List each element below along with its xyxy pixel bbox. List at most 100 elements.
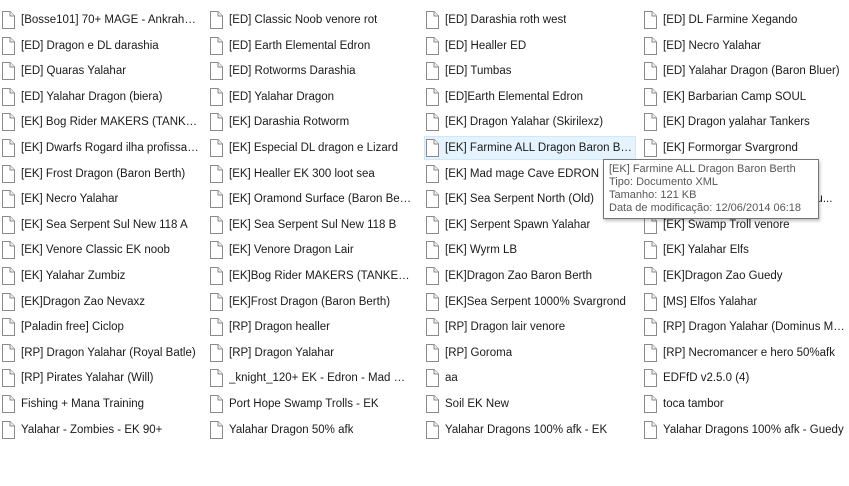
file-item[interactable]: [EK] Barbarian Camp SOUL — [642, 85, 849, 109]
file-item[interactable]: [RP] Dragon healler — [208, 315, 414, 339]
file-name: [EK]Dragon Zao Guedy — [663, 270, 783, 282]
file-item[interactable]: [EK] Dragon yalahar Tankers — [642, 110, 849, 134]
file-item[interactable]: [EK] Healler EK 300 loot sea — [208, 162, 414, 186]
document-icon — [209, 37, 223, 55]
file-item[interactable]: [ED] Necro Yalahar — [642, 34, 849, 58]
file-item[interactable]: [ED] DL Farmine Xegando — [642, 8, 849, 32]
file-item[interactable]: [EK] Wyrm LB — [424, 238, 636, 262]
file-item[interactable]: [RP] Dragon Yalahar (Dominus Max... — [642, 315, 849, 339]
document-icon — [425, 190, 439, 208]
file-item[interactable]: [MS] Elfos Yalahar — [642, 290, 849, 314]
file-item[interactable]: [EK]Dragon Zao Nevaxz — [0, 290, 200, 314]
file-item[interactable]: [EK] Farmine ALL Dragon Baron Ber... — [424, 136, 636, 160]
file-item[interactable]: Soil EK New — [424, 392, 636, 416]
file-item[interactable]: [EK] Venore Dragon Lair — [208, 238, 414, 262]
file-item[interactable]: Yalahar Dragons 100% afk - Guedy — [642, 418, 849, 442]
file-item[interactable]: [ED] Healler ED — [424, 34, 636, 58]
file-name: aa — [445, 372, 458, 384]
file-item[interactable]: [EK] Dragon Yalahar (Skirilexz) — [424, 110, 636, 134]
file-item[interactable]: [ED] Yalahar Dragon (Baron Bluer) — [642, 59, 849, 83]
file-item[interactable]: [RP] Necromancer e hero 50%afk — [642, 341, 849, 365]
file-name: Port Hope Swamp Trolls - EK — [229, 398, 379, 410]
file-name: Soil EK New — [445, 398, 509, 410]
file-item[interactable]: Fishing + Mana Training — [0, 392, 200, 416]
file-item[interactable]: [EK] Bog Rider MAKERS (TANKERs) — [0, 110, 200, 134]
file-item[interactable]: [ED] Tumbas — [424, 59, 636, 83]
document-icon — [643, 293, 657, 311]
file-name: [ED] Necro Yalahar — [663, 40, 762, 52]
document-icon — [425, 395, 439, 413]
file-name: [EK] Especial DL dragon e Lizard — [229, 142, 398, 154]
file-item[interactable]: [EK] Especial DL dragon e Lizard — [208, 136, 414, 160]
file-item[interactable]: toca tambor — [642, 392, 849, 416]
document-icon — [1, 216, 15, 234]
file-item[interactable]: Yalahar - Zombies - EK 90+ — [0, 418, 200, 442]
tooltip-modified: Data de modificação: 12/06/2014 06:18 — [609, 202, 802, 214]
document-icon — [425, 113, 439, 131]
file-item[interactable]: [RP] Pirates Yalahar (Will) — [0, 366, 200, 390]
file-item[interactable]: [EK] Yalahar Elfs — [642, 238, 849, 262]
file-item[interactable]: [RP] Dragon lair venore — [424, 315, 636, 339]
file-item[interactable]: [EK] Necro Yalahar — [0, 187, 200, 211]
file-item[interactable]: [RP] Dragon Yalahar (Royal Batle) — [0, 341, 200, 365]
file-item[interactable]: [EK] Oramond Surface (Baron Berth) — [208, 187, 414, 211]
file-name: [EK] Dwarfs Rogard ilha profissao EK — [21, 142, 199, 154]
file-item[interactable]: aa — [424, 366, 636, 390]
file-item[interactable]: [RP] Dragon Yalahar — [208, 341, 414, 365]
file-item[interactable]: [EK] Dwarfs Rogard ilha profissao EK — [0, 136, 200, 160]
file-item[interactable]: [EK] Frost Dragon (Baron Berth) — [0, 162, 200, 186]
file-item[interactable]: [ED] Earth Elemental Edron — [208, 34, 414, 58]
document-icon — [209, 369, 223, 387]
file-item[interactable]: [Paladin free] Ciclop — [0, 315, 200, 339]
file-item[interactable]: [EK] Darashia Rotworm — [208, 110, 414, 134]
file-item[interactable]: [EK] Sea Serpent Sul New 118 B — [208, 213, 414, 237]
file-name: [EK] Necro Yalahar — [21, 193, 119, 205]
file-item[interactable]: [EK] Yalahar Zumbiz — [0, 264, 200, 288]
document-icon — [1, 88, 15, 106]
file-item[interactable]: [Bosse101] 70+ MAGE - Ankrahmu... — [0, 8, 200, 32]
file-name: [RP] Dragon Yalahar (Dominus Max... — [663, 321, 848, 333]
file-name: [ED] Darashia roth west — [445, 14, 567, 26]
file-name: [EK] Oramond Surface (Baron Berth) — [229, 193, 413, 205]
file-item[interactable]: [EK]Bog Rider MAKERS (TANKERs) — [208, 264, 414, 288]
file-name: [ED] Quaras Yalahar — [21, 65, 127, 77]
document-icon — [209, 190, 223, 208]
file-item[interactable]: [EK]Dragon Zao Baron Berth — [424, 264, 636, 288]
file-item[interactable]: EDFfD v2.5.0 (4) — [642, 366, 849, 390]
file-item[interactable]: [ED] Rotworms Darashia — [208, 59, 414, 83]
file-item[interactable]: Yalahar Dragons 100% afk - EK — [424, 418, 636, 442]
file-name: [EK] Sea Serpent North (Old) — [445, 193, 594, 205]
document-icon — [209, 113, 223, 131]
file-item[interactable]: [ED] Yalahar Dragon (biera) — [0, 85, 200, 109]
document-icon — [1, 344, 15, 362]
file-item[interactable]: [EK]Frost Dragon (Baron Berth) — [208, 290, 414, 314]
file-item[interactable]: Yalahar Dragon 50% afk — [208, 418, 414, 442]
file-item[interactable]: [ED] Yalahar Dragon — [208, 85, 414, 109]
file-item[interactable]: [ED] Quaras Yalahar — [0, 59, 200, 83]
file-item[interactable]: [ED] Dragon e DL darashia — [0, 34, 200, 58]
document-icon — [425, 88, 439, 106]
file-name: [EK] Mad mage Cave EDRON (B... — [445, 168, 624, 180]
file-name: [RP] Dragon healler — [229, 321, 330, 333]
file-name: Yalahar - Zombies - EK 90+ — [21, 424, 163, 436]
file-name: [EK] Dragon yalahar Tankers — [663, 116, 810, 128]
file-item[interactable]: [EK] Venore Classic EK noob — [0, 238, 200, 262]
file-name: [RP] Goroma — [445, 347, 513, 359]
file-item[interactable]: [ED]Earth Elemental Edron — [424, 85, 636, 109]
file-name: [EK] Farmine ALL Dragon Baron Ber... — [445, 142, 635, 154]
file-item[interactable]: [EK]Sea Serpent 1000% Svargrond — [424, 290, 636, 314]
file-name: [EK]Dragon Zao Baron Berth — [445, 270, 593, 282]
file-item[interactable]: [ED] Classic Noob venore rot — [208, 8, 414, 32]
file-item[interactable]: [EK] Sea Serpent Sul New 118 A — [0, 213, 200, 237]
file-item[interactable]: [EK]Dragon Zao Guedy — [642, 264, 849, 288]
document-icon — [1, 62, 15, 80]
file-item[interactable]: _knight_120+ EK - Edron - Mad Ma... — [208, 366, 414, 390]
file-item[interactable]: [EK] Formorgar Svargrond — [642, 136, 849, 160]
document-icon — [209, 318, 223, 336]
file-name: [ED] Healler ED — [445, 40, 527, 52]
document-icon — [209, 267, 223, 285]
file-item[interactable]: [ED] Darashia roth west — [424, 8, 636, 32]
document-icon — [643, 421, 657, 439]
file-item[interactable]: [RP] Goroma — [424, 341, 636, 365]
file-item[interactable]: Port Hope Swamp Trolls - EK — [208, 392, 414, 416]
